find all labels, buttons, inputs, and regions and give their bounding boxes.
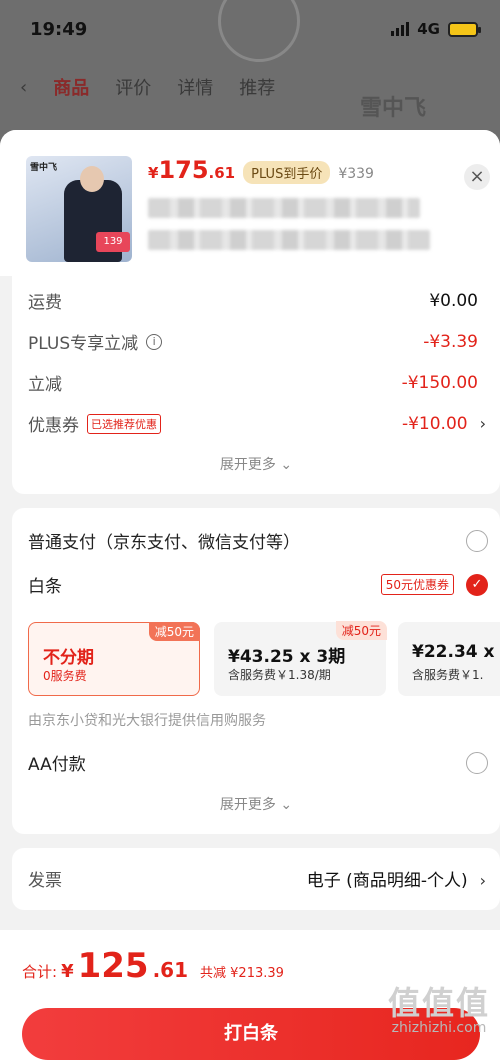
background-tab-bar: ‹ 商品 评价 详情 推荐 — [20, 74, 275, 100]
installment-plan-6[interactable]: ¥22.34 x 含服务费￥1. — [398, 622, 500, 696]
info-icon[interactable]: i — [146, 333, 163, 350]
radio-selected-icon[interactable]: ✓ — [466, 573, 488, 596]
status-bar: 19:49 4G — [30, 14, 481, 44]
fees-expand-more[interactable]: 展开更多 ⌄ — [12, 454, 500, 474]
status-time: 19:49 — [30, 18, 88, 40]
invoice-row[interactable]: 发票 电子 (商品明细-个人) › — [28, 866, 486, 891]
background-tab-recommend: 推荐 — [239, 78, 276, 99]
total-savings: 共减 ¥213.39 — [200, 966, 284, 981]
thumbnail-price-tag: 139 — [96, 232, 130, 252]
background-page: 19:49 4G ‹ 商品 评价 详情 推荐 雪中飞 — [0, 0, 500, 150]
close-icon[interactable]: × — [464, 164, 490, 190]
radio-unselected-icon[interactable] — [466, 529, 488, 552]
fee-row-coupon[interactable]: 优惠券 已选推荐优惠 -¥10.00 › — [28, 411, 486, 436]
product-thumbnail: 雪中飞 139 — [26, 156, 132, 262]
original-price: ¥339 — [338, 166, 374, 182]
fee-row-plus-discount: PLUS专享立减 i -¥3.39 — [28, 331, 478, 355]
background-tab-details: 详情 — [177, 78, 214, 99]
payment-option-aa[interactable]: AA付款 — [28, 750, 488, 775]
installment-plan-none[interactable]: 减50元 不分期 0服务费 — [28, 622, 200, 696]
plus-price-badge: PLUS到手价 — [243, 161, 331, 184]
background-tab-reviews: 评价 — [115, 78, 152, 99]
background-brand-logo: 雪中飞 — [360, 96, 427, 121]
price-line: ¥175.61 PLUS到手价 ¥339 — [148, 156, 374, 184]
payment-expand-more[interactable]: 展开更多 ⌄ — [12, 794, 500, 814]
product-header: 雪中飞 139 ¥175.61 PLUS到手价 ¥339 × — [0, 130, 500, 276]
background-tab-goods: 商品 — [53, 78, 90, 99]
checkout-footer: 合计: ¥ 125 .61 共减 ¥213.39 打白条 值值值 zhizhiz… — [0, 930, 500, 1063]
back-chevron-icon: ‹ — [20, 76, 28, 98]
watermark-url: zhizhizhi.com — [391, 1020, 487, 1036]
chevron-right-icon: › — [479, 871, 486, 890]
fee-summary-card: 运费 ¥0.00 PLUS专享立减 i -¥3.39 立减 -¥150.00 优惠… — [12, 276, 500, 494]
product-title-blurred — [148, 198, 420, 218]
baitiao-coupon-tag: 50元优惠券 — [380, 574, 454, 595]
payment-option-normal[interactable]: 普通支付（京东支付、微信支付等） — [28, 528, 488, 553]
credit-provider-note: 由京东小贷和光大银行提供信用购服务 — [28, 713, 266, 729]
checkout-sheet: 雪中飞 139 ¥175.61 PLUS到手价 ¥339 × 运费 ¥0.00 … — [0, 130, 500, 1063]
fee-row-shipping: 运费 ¥0.00 — [28, 290, 478, 314]
product-spec-blurred — [148, 230, 430, 250]
coupon-recommended-tag: 已选推荐优惠 — [87, 413, 161, 434]
fee-row-instant-discount: 立减 -¥150.00 — [28, 372, 478, 396]
network-label: 4G — [417, 20, 440, 38]
product-price: ¥175.61 — [148, 156, 236, 184]
order-total: 合计: ¥ 125 .61 共减 ¥213.39 — [22, 946, 284, 986]
radio-unselected-icon[interactable] — [466, 751, 488, 774]
invoice-card[interactable]: 发票 电子 (商品明细-个人) › — [12, 848, 500, 910]
watermark: 值值值 zhizhizhi.com — [388, 978, 490, 1036]
signal-icon — [391, 22, 410, 36]
battery-icon — [448, 21, 481, 37]
payment-option-baitiao[interactable]: 白条 50元优惠券 ✓ — [28, 572, 488, 597]
chevron-right-icon: › — [479, 413, 486, 433]
payment-method-card: 普通支付（京东支付、微信支付等） 白条 50元优惠券 ✓ 减50元 不分期 0服… — [12, 508, 500, 834]
watermark-logo: 值值值 — [387, 984, 490, 1022]
thumbnail-brand: 雪中飞 — [30, 163, 58, 173]
installment-plan-3[interactable]: 减50元 ¥43.25 x 3期 含服务费￥1.38/期 — [214, 621, 387, 696]
